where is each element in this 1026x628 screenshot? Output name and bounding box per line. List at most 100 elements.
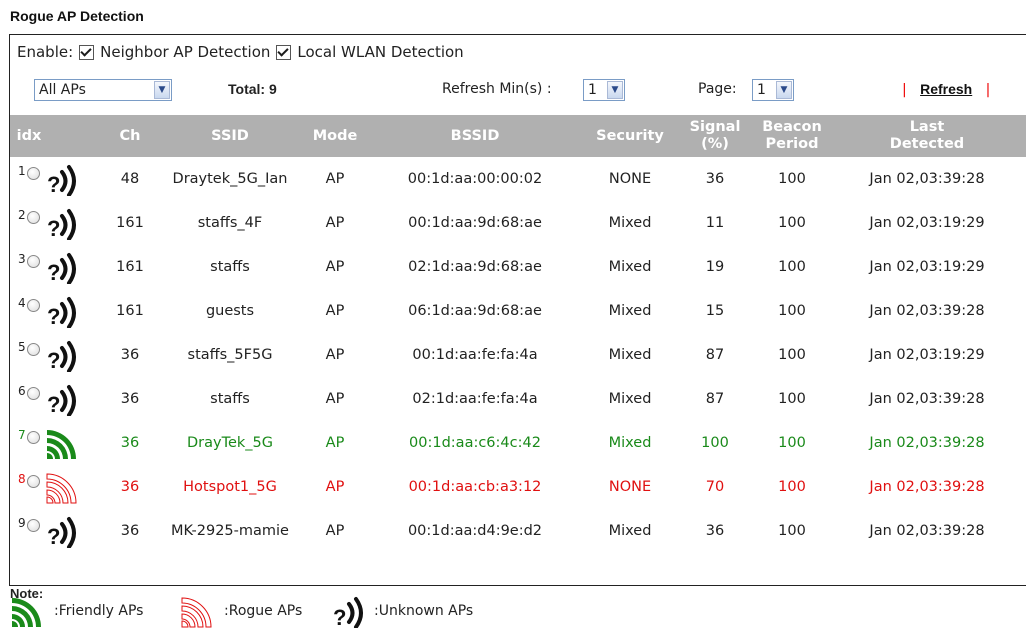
table-row: 8 36 Hotspot1_5G AP 00:1d:aa:cb:a3:12 NONE 70 1… bbox=[10, 465, 1026, 509]
cell-last: Jan 02,03:19:29 bbox=[869, 215, 985, 231]
unknown-ap-icon: ? bbox=[47, 297, 76, 328]
local-wlan-checkbox[interactable] bbox=[276, 44, 292, 60]
page-value: 1 bbox=[757, 82, 766, 98]
cell-ssid: Hotspot1_5G bbox=[183, 479, 277, 495]
cell-last: Jan 02,03:19:29 bbox=[869, 347, 985, 363]
neighbor-ap-label: Neighbor AP Detection bbox=[100, 43, 271, 61]
cell-beacon: 100 bbox=[778, 215, 806, 231]
row-select-radio[interactable] bbox=[27, 167, 40, 180]
cell-security: Mixed bbox=[608, 259, 652, 275]
table-header: idx Ch SSID Mode BSSID Security Signal (%… bbox=[10, 115, 1026, 157]
cell-beacon: 100 bbox=[778, 171, 806, 187]
row-index: 7 bbox=[18, 428, 26, 442]
cell-mode: AP bbox=[325, 259, 345, 275]
chevron-down-icon: ▼ bbox=[154, 81, 170, 99]
cell-bssid: 02:1d:aa:fe:fa:4a bbox=[412, 391, 538, 407]
cell-security: Mixed bbox=[608, 303, 652, 319]
cell-last: Jan 02,03:39:28 bbox=[869, 523, 985, 539]
row-select-radio[interactable] bbox=[27, 343, 40, 356]
cell-ch: 36 bbox=[120, 523, 140, 539]
svg-text:?: ? bbox=[47, 216, 60, 240]
cell-mode: AP bbox=[325, 523, 345, 539]
row-index: 2 bbox=[18, 208, 26, 222]
separator-left: | bbox=[902, 82, 907, 98]
header-ssid: SSID bbox=[211, 127, 249, 144]
table-row: 9? 36 MK-2925-mamie AP 00:1d:aa:d4:9e:d2 Mixe… bbox=[10, 509, 1026, 553]
cell-ch: 36 bbox=[120, 435, 140, 451]
table-row: 2? 161 staffs_4F AP 00:1d:aa:9d:68:ae Mixed 11… bbox=[10, 201, 1026, 245]
cell-mode: AP bbox=[325, 215, 345, 231]
cell-bssid: 00:1d:aa:fe:fa:4a bbox=[412, 347, 538, 363]
cell-mode: AP bbox=[325, 303, 345, 319]
cell-ssid: staffs bbox=[210, 391, 250, 407]
row-index: 5 bbox=[18, 340, 26, 354]
cell-ssid: guests bbox=[205, 303, 255, 319]
row-select-radio[interactable] bbox=[27, 387, 40, 400]
cell-ssid: staffs bbox=[210, 259, 250, 275]
cell-signal: 19 bbox=[705, 259, 725, 275]
cell-last: Jan 02,03:39:28 bbox=[869, 391, 985, 407]
row-select-radio[interactable] bbox=[27, 519, 40, 532]
refresh-group: | Refresh | bbox=[902, 81, 990, 98]
row-index: 8 bbox=[18, 472, 26, 486]
row-select-radio[interactable] bbox=[27, 431, 40, 444]
header-bssid: BSSID bbox=[450, 127, 500, 144]
row-select-radio[interactable] bbox=[27, 299, 40, 312]
cell-ssid: staffs_5F5G bbox=[187, 347, 273, 363]
legend-friendly-label: :Friendly APs bbox=[54, 603, 144, 619]
legend-unknown-label: :Unknown APs bbox=[374, 603, 474, 619]
cell-last: Jan 02,03:39:28 bbox=[869, 479, 985, 495]
cell-last: Jan 02,03:39:28 bbox=[869, 435, 985, 451]
cell-bssid: 00:1d:aa:00:00:02 bbox=[407, 171, 543, 187]
total-count: Total: 9 bbox=[228, 81, 277, 97]
page-label: Page: bbox=[698, 81, 737, 97]
header-mode: Mode bbox=[312, 127, 358, 144]
row-select-radio[interactable] bbox=[27, 475, 40, 488]
page-select[interactable]: 1 ▼ bbox=[752, 79, 794, 101]
cell-beacon: 100 bbox=[778, 303, 806, 319]
friendly-ap-icon bbox=[12, 598, 41, 627]
local-wlan-label: Local WLAN Detection bbox=[297, 43, 464, 61]
rogue-ap-panel: Enable: Neighbor AP Detection Local WLAN… bbox=[9, 34, 1026, 586]
cell-security: Mixed bbox=[608, 435, 652, 451]
cell-security: NONE bbox=[608, 479, 652, 495]
header-ch: Ch bbox=[119, 127, 141, 144]
row-select-radio[interactable] bbox=[27, 211, 40, 224]
cell-bssid: 06:1d:aa:9d:68:ae bbox=[408, 303, 542, 319]
cell-bssid: 02:1d:aa:9d:68:ae bbox=[408, 259, 542, 275]
neighbor-ap-checkbox[interactable] bbox=[79, 44, 95, 60]
cell-mode: AP bbox=[325, 391, 345, 407]
refresh-min-select[interactable]: 1 ▼ bbox=[583, 79, 625, 101]
cell-mode: AP bbox=[325, 347, 345, 363]
row-index: 6 bbox=[18, 384, 26, 398]
cell-security: Mixed bbox=[608, 391, 652, 407]
refresh-min-label: Refresh Min(s) : bbox=[442, 81, 552, 97]
legend-unknown: ? :Unknown APs bbox=[330, 596, 474, 628]
row-select-radio[interactable] bbox=[27, 255, 40, 268]
cell-beacon: 100 bbox=[778, 523, 806, 539]
legend-friendly: :Friendly APs bbox=[10, 596, 144, 627]
svg-text:?: ? bbox=[47, 304, 60, 328]
row-index: 4 bbox=[18, 296, 26, 310]
cell-bssid: 00:1d:aa:9d:68:ae bbox=[408, 215, 542, 231]
refresh-link[interactable]: Refresh bbox=[920, 81, 972, 97]
cell-ch: 36 bbox=[120, 391, 140, 407]
cell-beacon: 100 bbox=[778, 391, 806, 407]
cell-ch: 161 bbox=[116, 259, 144, 275]
rogue-ap-icon bbox=[181, 597, 212, 628]
ap-filter-select[interactable]: All APs ▼ bbox=[34, 79, 172, 101]
cell-ssid: DrayTek_5G bbox=[186, 435, 274, 451]
cell-signal: 36 bbox=[705, 171, 725, 187]
table-row: 3? 161 staffs AP 02:1d:aa:9d:68:ae Mixed 19 100… bbox=[10, 245, 1026, 289]
cell-last: Jan 02,03:39:28 bbox=[869, 303, 985, 319]
cell-signal: 36 bbox=[705, 523, 725, 539]
chevron-down-icon: ▼ bbox=[776, 81, 792, 99]
cell-last: Jan 02,03:39:28 bbox=[869, 171, 985, 187]
svg-text:?: ? bbox=[47, 260, 60, 284]
svg-text:?: ? bbox=[47, 172, 60, 196]
cell-ssid: staffs_4F bbox=[197, 215, 263, 231]
cell-security: Mixed bbox=[608, 215, 652, 231]
unknown-ap-icon: ? bbox=[47, 165, 76, 196]
separator-right: | bbox=[985, 82, 991, 98]
table-row: 6? 36 staffs AP 02:1d:aa:fe:fa:4a Mixed 87 100 J… bbox=[10, 377, 1026, 421]
